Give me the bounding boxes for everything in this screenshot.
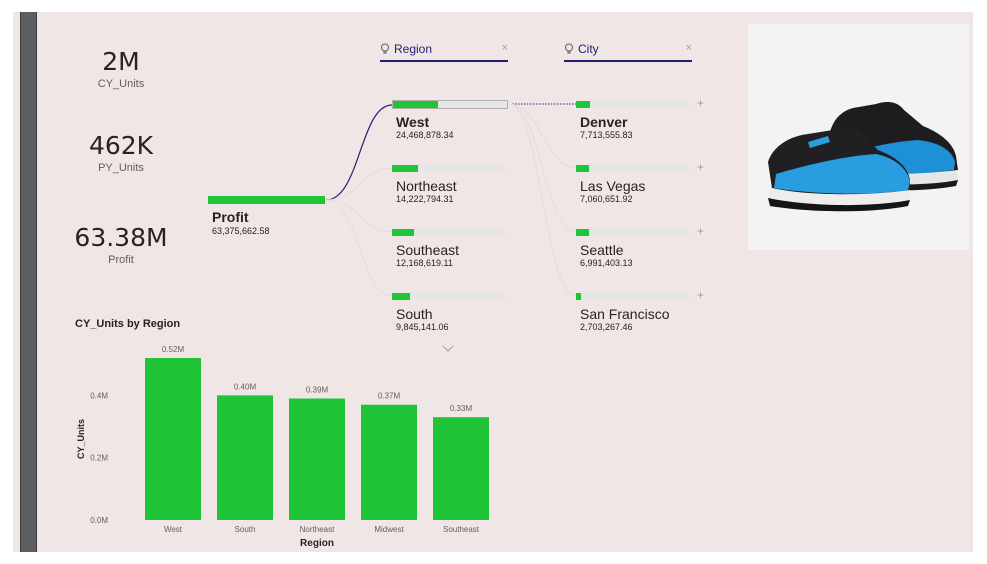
region-value: 12,168,619.11	[396, 258, 453, 268]
bar[interactable]	[361, 404, 417, 520]
x-tick-label: Southeast	[443, 525, 480, 534]
bar[interactable]	[289, 398, 345, 521]
region-bar[interactable]	[392, 165, 508, 172]
region-bar-fill	[393, 101, 438, 108]
city-label: Las Vegas	[580, 178, 646, 194]
region-label: Northeast	[396, 178, 457, 194]
city-bar[interactable]	[576, 101, 692, 108]
y-tick-label: 0.0M	[90, 516, 108, 525]
y-axis-label: CY_Units	[76, 419, 86, 459]
city-bar[interactable]	[576, 293, 692, 300]
x-tick-label: Northeast	[300, 525, 335, 534]
region-bar-fill	[392, 229, 414, 236]
tree-root-bar[interactable]	[208, 196, 325, 204]
region-bar[interactable]	[392, 229, 508, 236]
bar[interactable]	[145, 358, 201, 520]
city-label: Seattle	[580, 242, 624, 258]
region-bar[interactable]	[392, 100, 508, 109]
x-tick-label: Midwest	[374, 525, 404, 534]
expand-plus-icon[interactable]: +	[697, 224, 704, 238]
bar[interactable]	[217, 395, 273, 520]
tree-root-label: Profit	[212, 209, 249, 225]
x-tick-label: West	[164, 525, 183, 534]
data-label: 0.37M	[378, 392, 401, 401]
city-bar-fill	[576, 165, 589, 172]
x-axis-label: Region	[300, 538, 334, 549]
region-label: Southeast	[396, 242, 460, 258]
product-image-card	[748, 24, 969, 250]
city-label: San Francisco	[580, 306, 670, 322]
cy-units-bar-chart: 0.0M 0.2M 0.4M CY_Units 0.52M West 0.40M South 0…	[76, 345, 489, 549]
region-value: 9,845,141.06	[396, 322, 449, 332]
data-label: 0.39M	[306, 386, 329, 395]
data-label: 0.52M	[162, 345, 185, 354]
region-label: South	[396, 306, 433, 322]
city-bar[interactable]	[576, 229, 692, 236]
y-tick-label: 0.2M	[90, 454, 108, 463]
expand-plus-icon[interactable]: +	[697, 288, 704, 302]
x-tick-label: South	[235, 525, 256, 534]
city-value: 7,060,651.92	[580, 194, 633, 204]
region-bar[interactable]	[392, 293, 508, 300]
bar[interactable]	[433, 417, 489, 520]
tree-root-value: 63,375,662.58	[212, 226, 270, 236]
city-value: 2,703,267.46	[580, 322, 633, 332]
expand-plus-icon[interactable]: +	[697, 160, 704, 174]
region-value: 14,222,794.31	[396, 194, 454, 204]
city-bar-fill	[576, 293, 581, 300]
city-bar[interactable]	[576, 165, 692, 172]
data-label: 0.40M	[234, 382, 257, 391]
data-label: 0.33M	[450, 404, 473, 413]
city-label: Denver	[580, 114, 628, 130]
chart-title: CY_Units by Region	[75, 318, 181, 330]
region-bar-fill	[392, 165, 418, 172]
city-value: 7,713,555.83	[580, 130, 633, 140]
y-tick-label: 0.4M	[90, 391, 108, 400]
region-label: West	[396, 114, 430, 130]
expand-plus-icon[interactable]: +	[697, 96, 704, 110]
region-value: 24,468,878.34	[396, 130, 454, 140]
region-bar-fill	[392, 293, 410, 300]
city-bar-fill	[576, 229, 589, 236]
city-value: 6,991,403.13	[580, 258, 633, 268]
city-bar-fill	[576, 101, 590, 108]
sneaker-image	[768, 102, 958, 212]
